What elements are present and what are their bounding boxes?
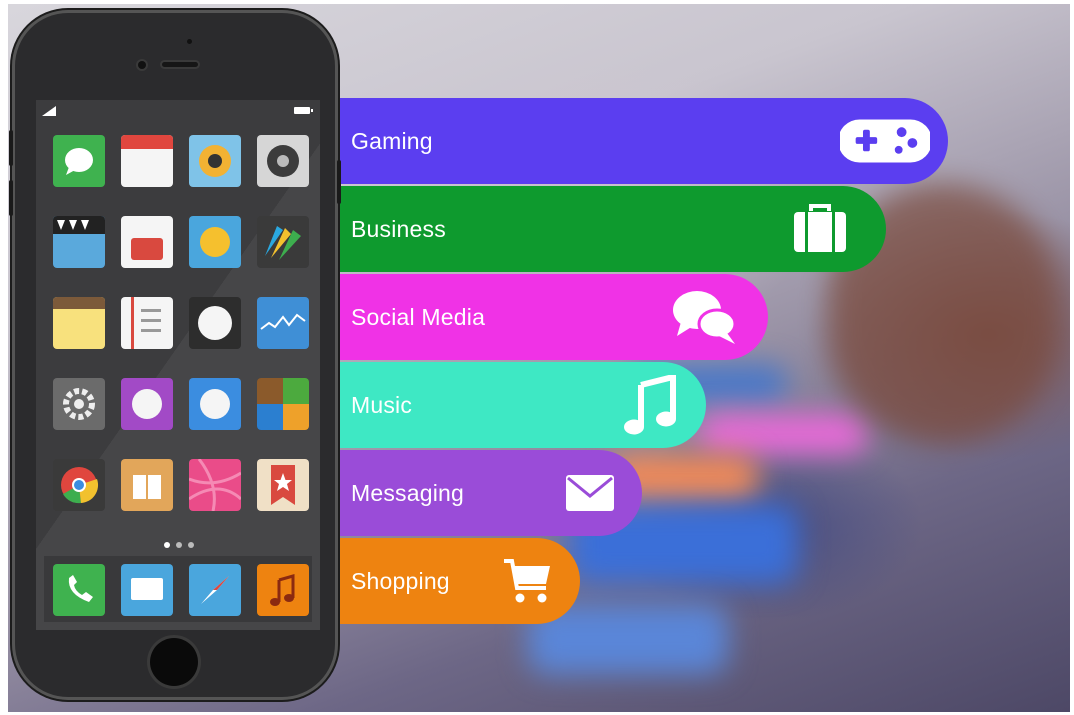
- front-sensor: [187, 39, 192, 44]
- camera-app-icon[interactable]: [189, 135, 241, 187]
- dribbble-app-icon[interactable]: [189, 459, 241, 511]
- page-indicator: [164, 542, 194, 548]
- home-button[interactable]: [150, 638, 198, 686]
- weather-app-icon[interactable]: [189, 216, 241, 268]
- calendar-app-icon[interactable]: [121, 135, 173, 187]
- itunes-app-icon[interactable]: [189, 378, 241, 430]
- passbook-app-icon[interactable]: [257, 216, 309, 268]
- clock-app-icon[interactable]: [189, 297, 241, 349]
- category-messaging[interactable]: Messaging: [330, 450, 642, 536]
- chat-bubbles-icon: [670, 274, 740, 360]
- music-speaker-app-icon[interactable]: [257, 135, 309, 187]
- phone-screen: [36, 100, 320, 630]
- game-center-app-icon[interactable]: [121, 378, 173, 430]
- chrome-app-icon[interactable]: [53, 459, 105, 511]
- reminders-app-icon[interactable]: [121, 297, 173, 349]
- music-note-icon: [620, 362, 680, 448]
- volume-button: [9, 180, 13, 216]
- smartphone: [9, 10, 341, 700]
- gamepad-icon: [840, 98, 930, 184]
- battery-icon: [294, 107, 313, 114]
- category-business[interactable]: Business: [330, 186, 886, 272]
- front-camera: [138, 61, 146, 69]
- signal-icon: [42, 106, 56, 116]
- page-dot: [188, 542, 194, 548]
- page-dot: [176, 542, 182, 548]
- background-blur: [698, 414, 868, 454]
- photos-app-icon[interactable]: [121, 216, 173, 268]
- power-button: [337, 160, 341, 204]
- mail-app-icon[interactable]: [121, 564, 173, 616]
- messages-app-icon[interactable]: [53, 135, 105, 187]
- safari-app-icon[interactable]: [189, 564, 241, 616]
- ibooks-app-icon[interactable]: [121, 459, 173, 511]
- category-shopping[interactable]: Shopping: [330, 538, 580, 624]
- category-social-media[interactable]: Social Media: [330, 274, 768, 360]
- earpiece-speaker: [162, 62, 198, 67]
- volume-button: [9, 130, 13, 166]
- phone-app-icon[interactable]: [53, 564, 105, 616]
- video-app-icon[interactable]: [53, 216, 105, 268]
- settings-app-icon[interactable]: [53, 378, 105, 430]
- briefcase-icon: [790, 186, 850, 272]
- music-app-icon[interactable]: [257, 564, 309, 616]
- page-dot: [164, 542, 170, 548]
- notes-app-icon[interactable]: [53, 297, 105, 349]
- envelope-icon: [560, 450, 620, 536]
- stocks-app-icon[interactable]: [257, 297, 309, 349]
- category-music[interactable]: Music: [330, 362, 706, 448]
- bookmark-app-icon[interactable]: [257, 459, 309, 511]
- shopping-cart-icon: [500, 538, 556, 624]
- category-gaming[interactable]: Gaming: [330, 98, 948, 184]
- status-bar: [36, 100, 320, 120]
- newsstand-app-icon[interactable]: [257, 378, 309, 430]
- background-scene: Gaming Business Social Media Music Messa…: [8, 4, 1070, 712]
